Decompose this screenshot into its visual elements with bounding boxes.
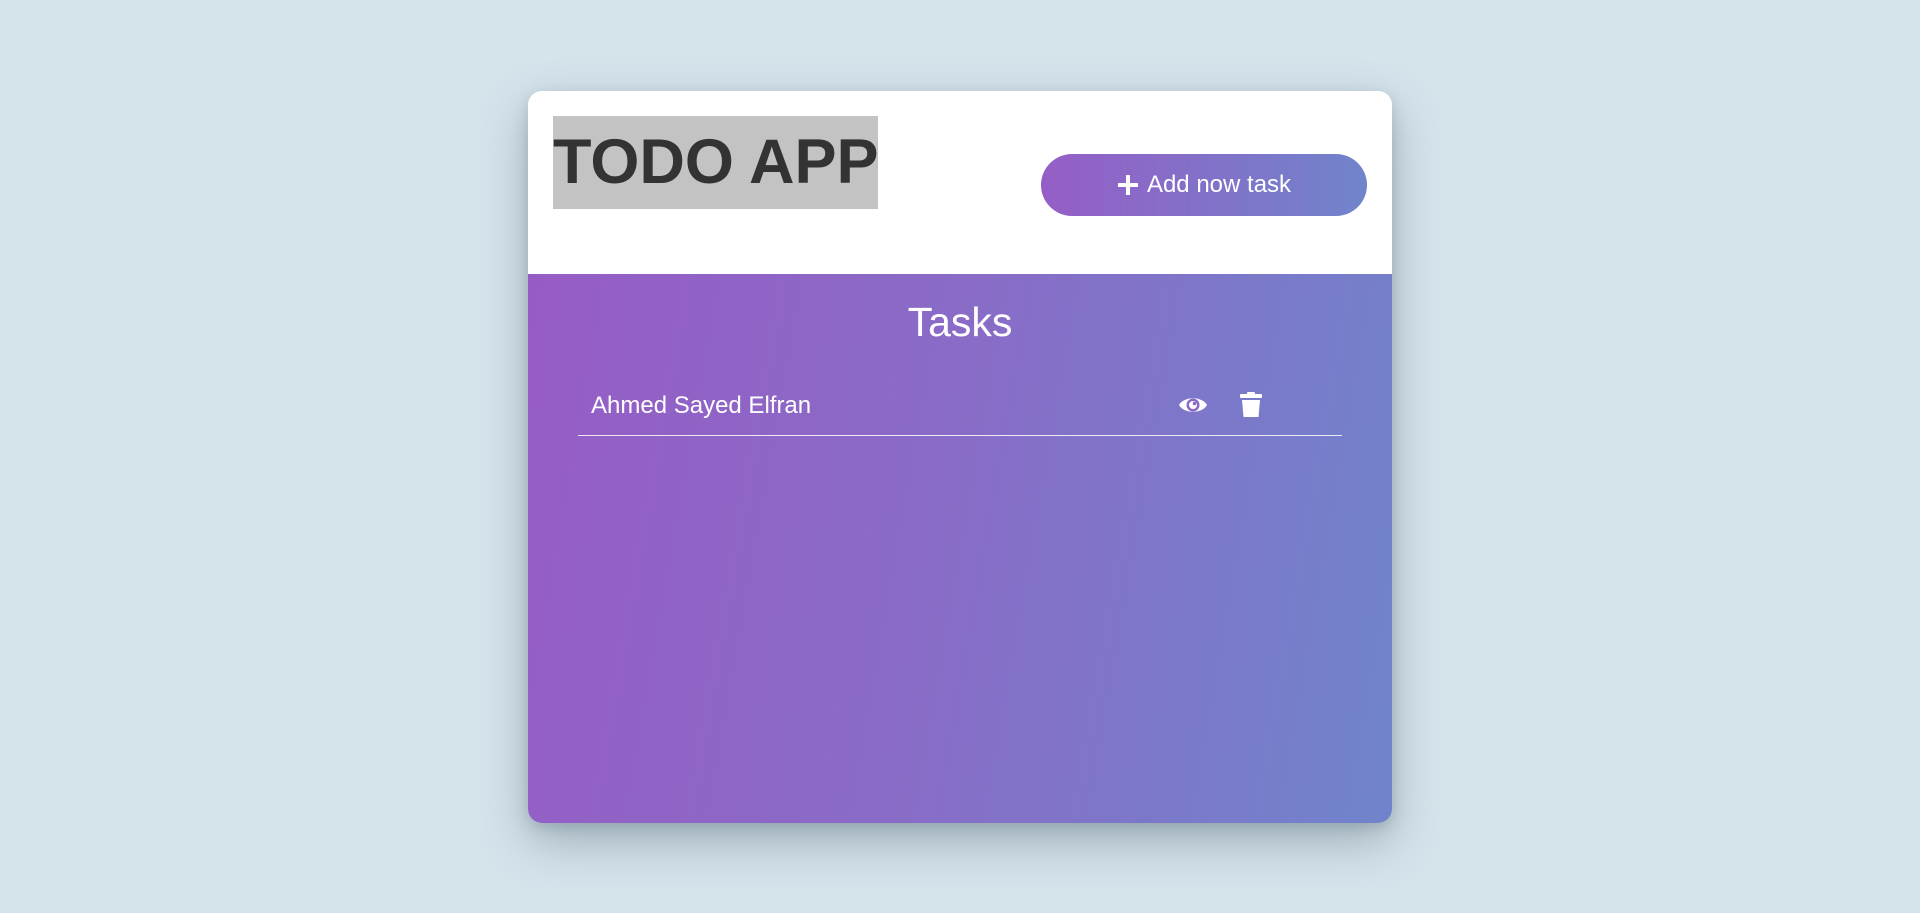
task-item: Ahmed Sayed Elfran (578, 379, 1342, 436)
trash-icon (1240, 391, 1262, 423)
task-name: Ahmed Sayed Elfran (591, 392, 812, 419)
view-task-button[interactable] (1176, 390, 1210, 424)
todo-card: TODO APP Add now task Tasks Ahmed Sayed … (528, 91, 1392, 823)
eye-icon (1178, 394, 1208, 421)
card-header: TODO APP Add now task (528, 91, 1392, 274)
app-title: TODO APP (553, 116, 879, 209)
add-task-button[interactable]: Add now task (1041, 154, 1367, 216)
delete-task-button[interactable] (1234, 390, 1268, 424)
task-list: Ahmed Sayed Elfran (578, 379, 1342, 436)
add-task-button-label: Add now task (1146, 171, 1292, 198)
plus-icon (1117, 174, 1139, 196)
tasks-panel: Tasks Ahmed Sayed Elfran (528, 274, 1392, 823)
tasks-heading: Tasks (907, 299, 1013, 345)
